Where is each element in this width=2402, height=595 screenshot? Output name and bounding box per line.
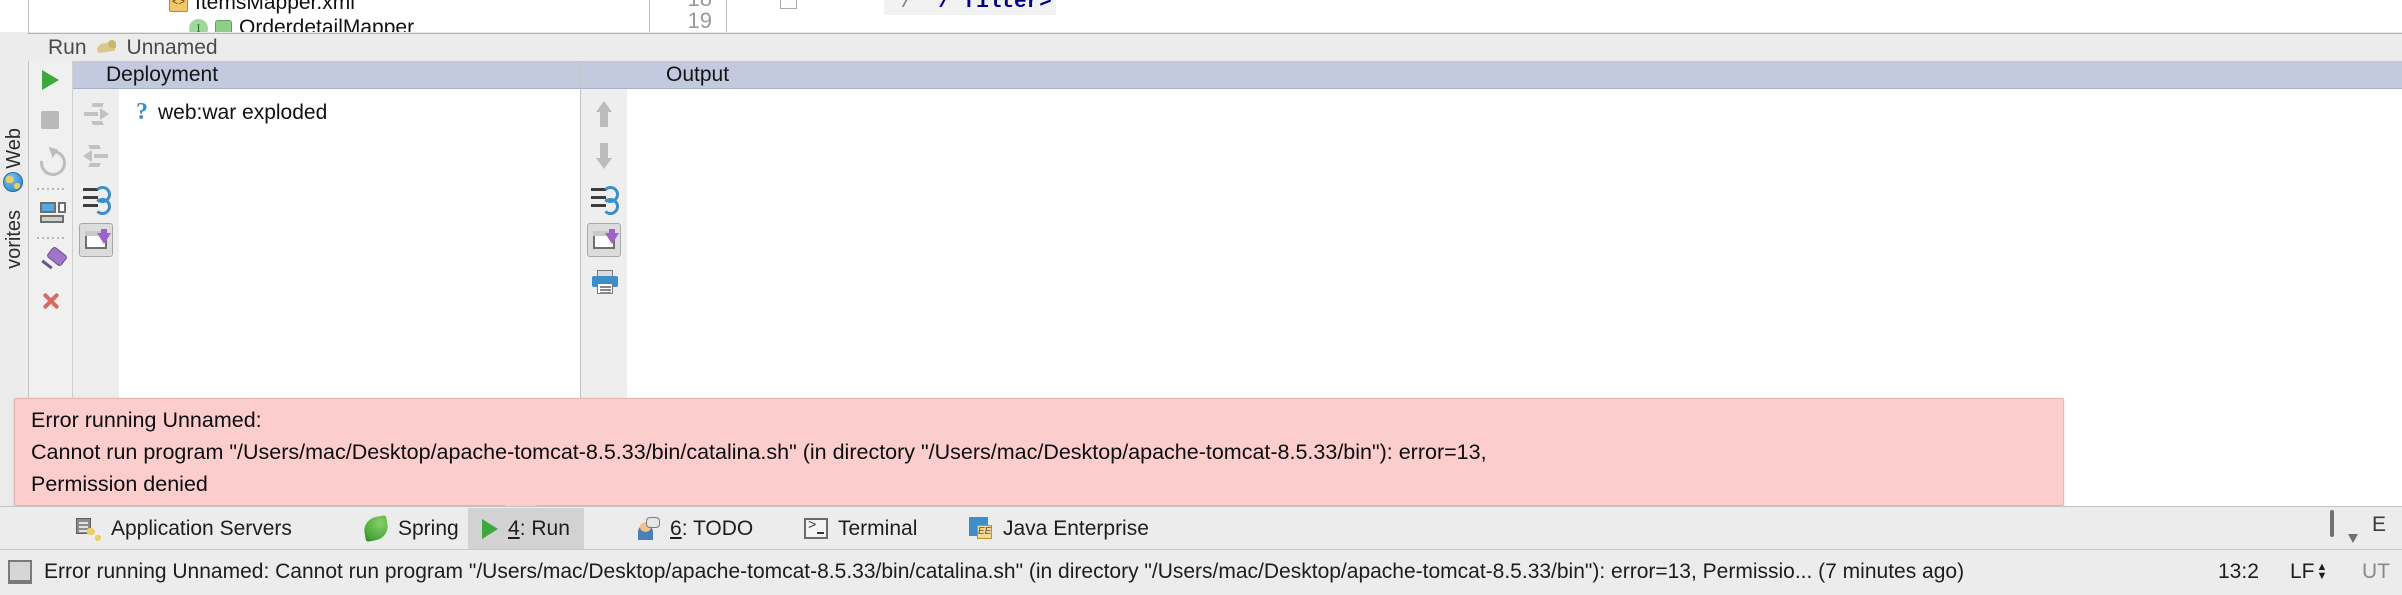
chat-tab-label: E: [2372, 513, 2387, 536]
terminal-icon: [804, 518, 828, 539]
arrow-split-right-icon: [83, 102, 109, 126]
error-balloon[interactable]: Error running Unnamed: Cannot run progra…: [14, 398, 2064, 506]
run-panel-header: Deployment Output: [73, 61, 2402, 89]
tab-label-rest: : TODO: [681, 516, 754, 540]
arrow-up-icon: [596, 101, 612, 127]
code-fold-toggle[interactable]: [780, 0, 797, 9]
arrow-split-left-icon: [83, 144, 109, 168]
pin-tab-button[interactable]: [34, 245, 69, 278]
deployment-artifact-row[interactable]: ? web:war exploded: [136, 99, 327, 126]
line-separator-indicator[interactable]: LF ▲ ▼: [2290, 560, 2327, 584]
deployment-artifact-label: web:war exploded: [158, 100, 328, 124]
tab-label: Application Servers: [111, 516, 292, 540]
tab-shortcut: 6: [670, 516, 682, 540]
toolbar-separator: [37, 237, 65, 239]
rerun-button[interactable]: [34, 64, 67, 97]
toolbar-separator: [37, 188, 65, 190]
run-window-header: Run Unnamed: [28, 33, 2402, 61]
code-snippet-text: */ filter>: [925, 0, 1052, 14]
stop-button[interactable]: [34, 104, 67, 137]
deploy-all-button[interactable]: [79, 97, 113, 131]
scroll-up-button[interactable]: [587, 97, 621, 131]
scroll-to-end-icon: [593, 229, 619, 253]
tab-label: Java Enterprise: [1003, 516, 1149, 540]
question-mark-icon: ?: [136, 99, 148, 125]
pin-icon: [40, 245, 69, 274]
tab-run[interactable]: 4: Run: [468, 508, 584, 549]
code-snippet: */ */ filter>: [884, 0, 1056, 15]
undeploy-all-button[interactable]: [79, 139, 113, 173]
bottom-tool-window-bar: Application Servers Spring 4: Run 6: TOD…: [0, 506, 2402, 550]
tab-java-enterprise[interactable]: EE Java Enterprise: [955, 508, 1163, 549]
encoding-indicator[interactable]: UT: [2362, 560, 2390, 584]
tree-item-label: ItemsMapper.xml: [195, 0, 355, 14]
green-interface-badge-icon: I: [189, 18, 208, 32]
stripe-button-favorites[interactable]: vorites: [3, 210, 26, 269]
tree-item-label: OrderdetailMapper: [239, 16, 415, 32]
chevron-updown-icon: ▲ ▼: [2316, 561, 2328, 582]
close-icon: [41, 291, 61, 311]
print-icon: [592, 270, 618, 294]
print-button[interactable]: [587, 265, 621, 299]
memory-indicator-icon[interactable]: [8, 560, 32, 584]
restart-icon: [34, 144, 72, 182]
error-balloon-line-3: Permission denied: [31, 472, 208, 496]
redeploy-icon: [83, 186, 111, 215]
tab-label: Spring: [398, 516, 459, 540]
gutter-line-number: 19: [687, 8, 712, 32]
tree-item-items-mapper[interactable]: <> ItemsMapper.xml: [169, 0, 355, 15]
play-icon: [42, 70, 59, 90]
error-balloon-line-1: Error running Unnamed:: [31, 408, 262, 432]
status-bar-message[interactable]: Error running Unnamed: Cannot run progra…: [44, 560, 1964, 584]
scroll-to-end-button[interactable]: [587, 223, 621, 257]
line-separator-label: LF: [2290, 560, 2315, 583]
update-window-icon: [85, 229, 111, 253]
stop-icon: [41, 111, 59, 129]
tab-todo[interactable]: 6: TODO: [620, 508, 767, 549]
soft-wrap-button[interactable]: [587, 181, 621, 215]
chat-bubble-icon[interactable]: [2330, 510, 2364, 540]
scroll-down-button[interactable]: [587, 139, 621, 173]
java-enterprise-icon: EE: [969, 517, 993, 540]
restart-button[interactable]: [34, 144, 72, 182]
error-balloon-line-2: Cannot run program "/Users/mac/Desktop/a…: [31, 440, 1487, 464]
application-servers-icon: [76, 517, 101, 540]
tab-label-rest: : Run: [519, 516, 570, 540]
arrow-down-icon: [596, 143, 612, 169]
redeploy-button[interactable]: [79, 181, 113, 215]
editor-gutter: 18 19: [656, 0, 727, 32]
stripe-button-web[interactable]: Web: [3, 128, 26, 169]
java-interface-icon: [215, 19, 232, 32]
project-tree-pane[interactable]: <> ItemsMapper.xml I OrderdetailMapper: [28, 0, 650, 32]
deployment-header-label: Deployment: [106, 63, 219, 86]
browser-icon: [40, 202, 66, 224]
run-play-icon: [482, 518, 498, 539]
status-bar: Error running Unnamed: Cannot run progra…: [0, 549, 2402, 595]
spring-icon: [362, 515, 390, 542]
open-in-browser-button[interactable]: [34, 197, 67, 230]
todo-icon: [634, 516, 660, 541]
run-config-name[interactable]: Unnamed: [127, 36, 218, 60]
update-resources-button[interactable]: [79, 223, 113, 257]
soft-wrap-icon: [591, 186, 619, 215]
tab-application-servers[interactable]: Application Servers: [62, 508, 306, 549]
tab-spring[interactable]: Spring: [350, 508, 473, 549]
run-window-title: Run: [48, 35, 87, 59]
tree-item-orderdetail-mapper[interactable]: I OrderdetailMapper: [189, 16, 414, 32]
output-header-label: Output: [666, 63, 730, 86]
tomcat-icon: [96, 38, 118, 57]
tab-label: 4: Run: [508, 517, 570, 541]
xml-file-icon: <>: [169, 0, 188, 12]
globe-icon[interactable]: [3, 172, 25, 194]
tab-label: 6: TODO: [670, 517, 753, 541]
tab-terminal[interactable]: Terminal: [790, 508, 931, 549]
caret-position-indicator[interactable]: 13:2: [2218, 560, 2259, 584]
close-button[interactable]: [34, 285, 67, 318]
editor-strip: <> ItemsMapper.xml I OrderdetailMapper 1…: [0, 0, 2402, 32]
tab-label: Terminal: [838, 516, 918, 540]
tab-shortcut: 4: [508, 516, 520, 540]
